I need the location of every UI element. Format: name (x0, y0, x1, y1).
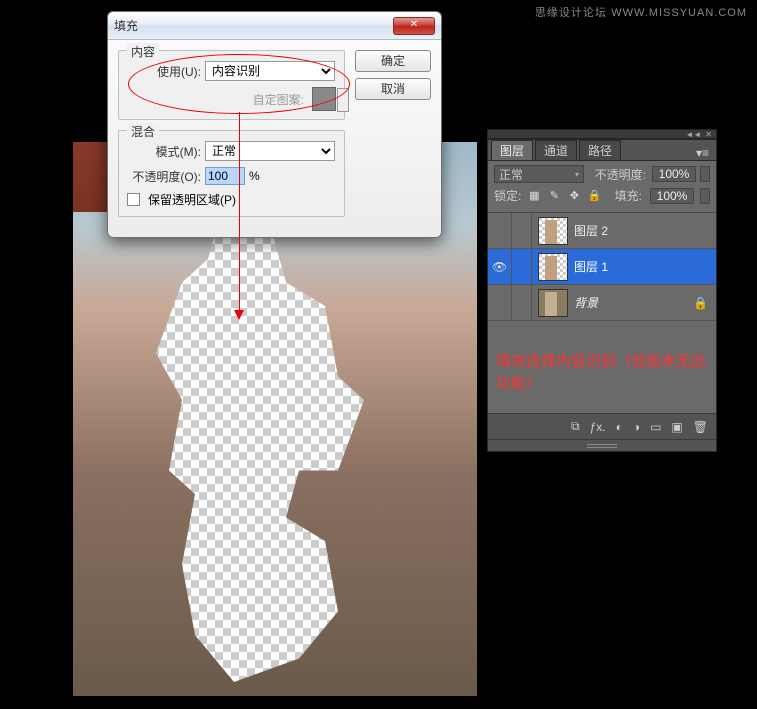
layer-row[interactable]: 图层 2 (488, 213, 716, 249)
fill-value[interactable]: 100% (650, 188, 694, 204)
close-panel-icon: ✕ (705, 130, 712, 139)
tab-layers[interactable]: 图层 (491, 140, 533, 160)
opacity-label: 不透明度(O): (127, 168, 201, 185)
blend-fieldset: 混合 模式(M): 正常 不透明度(O): % 保留透明区域(P) (118, 130, 345, 217)
content-legend: 内容 (127, 43, 159, 60)
layer-row[interactable]: 背景 🔒 (488, 285, 716, 321)
layer-row[interactable]: 👁 图层 1 (488, 249, 716, 285)
cancel-button[interactable]: 取消 (355, 78, 431, 100)
dialog-title: 填充 (114, 17, 393, 34)
layer-name[interactable]: 图层 1 (574, 258, 608, 275)
mode-select[interactable]: 正常 (205, 141, 335, 161)
transparent-selection (143, 212, 403, 682)
preserve-transparency-checkbox[interactable] (127, 193, 140, 206)
fx-icon[interactable]: ƒx. (590, 420, 606, 434)
panel-collapse-bar[interactable]: ◄◄ ✕ (487, 129, 717, 139)
layer-thumbnail[interactable] (538, 289, 568, 317)
panel-opacity-value[interactable]: 100% (652, 166, 696, 182)
layer-thumbnail[interactable] (538, 217, 568, 245)
dialog-titlebar[interactable]: 填充 ✕ (108, 12, 441, 40)
layer-thumbnail[interactable] (538, 253, 568, 281)
panel-resize-grip[interactable] (488, 439, 716, 451)
visibility-toggle[interactable]: 👁 (488, 249, 512, 284)
trash-icon[interactable]: 🗑 (693, 420, 708, 434)
lock-position-icon[interactable]: ✥ (567, 189, 581, 203)
opacity-unit: % (249, 169, 260, 183)
link-layers-icon[interactable]: ⧉ (571, 419, 580, 434)
mask-icon[interactable]: ◐ (616, 420, 623, 434)
layer-name[interactable]: 背景 (574, 294, 598, 311)
panel-footer: ⧉ ƒx. ◐ ◑ ▭ ▣ 🗑 (488, 413, 716, 439)
link-column[interactable] (512, 285, 532, 320)
visibility-toggle[interactable] (488, 213, 512, 248)
close-button[interactable]: ✕ (393, 17, 435, 35)
visibility-toggle[interactable] (488, 285, 512, 320)
lock-pixels-icon[interactable]: ✎ (547, 189, 561, 203)
opacity-popup-icon[interactable] (700, 166, 710, 182)
panel-opacity-label: 不透明度: (595, 166, 646, 183)
layers-panel: ◄◄ ✕ 图层 通道 路径 ▾≡ 正常▾ 不透明度: 100% 锁定: ▦ ✎ … (487, 129, 717, 452)
panel-tabs: 图层 通道 路径 ▾≡ (487, 139, 717, 161)
collapse-icon: ◄◄ (685, 130, 701, 139)
lock-label: 锁定: (494, 187, 521, 204)
tab-paths[interactable]: 路径 (579, 140, 621, 160)
use-select[interactable]: 内容识别 (205, 61, 335, 81)
fill-popup-icon[interactable] (700, 188, 710, 204)
new-layer-icon[interactable]: ▣ (671, 420, 682, 434)
tab-channels[interactable]: 通道 (535, 140, 577, 160)
fill-dialog: 填充 ✕ 内容 使用(U): 内容识别 自定图案: 混合 (107, 11, 442, 238)
blend-mode-select[interactable]: 正常▾ (494, 165, 584, 183)
annotation-text: 填充选择内容识别（低版本无此功能） (496, 351, 716, 395)
pattern-swatch (312, 87, 336, 111)
blend-legend: 混合 (127, 123, 159, 140)
ok-button[interactable]: 确定 (355, 50, 431, 72)
mode-label: 模式(M): (127, 143, 201, 160)
preserve-label: 保留透明区域(P) (148, 191, 236, 208)
fill-label: 填充: (615, 187, 642, 204)
panel-menu-icon[interactable]: ▾≡ (692, 146, 713, 160)
lock-transparency-icon[interactable]: ▦ (527, 189, 541, 203)
annotation-arrow (239, 112, 240, 314)
link-column[interactable] (512, 249, 532, 284)
use-label: 使用(U): (127, 63, 201, 80)
adjustment-icon[interactable]: ◑ (633, 420, 640, 434)
link-column[interactable] (512, 213, 532, 248)
watermark: 思缘设计论坛 WWW.MISSYUAN.COM (535, 4, 747, 20)
group-icon[interactable]: ▭ (650, 420, 661, 434)
lock-indicator-icon: 🔒 (693, 296, 708, 310)
content-fieldset: 内容 使用(U): 内容识别 自定图案: (118, 50, 345, 120)
pattern-label: 自定图案: (253, 91, 304, 108)
annotation-arrowhead (234, 310, 244, 320)
layer-name[interactable]: 图层 2 (574, 222, 608, 239)
lock-all-icon[interactable]: 🔒 (587, 189, 601, 203)
